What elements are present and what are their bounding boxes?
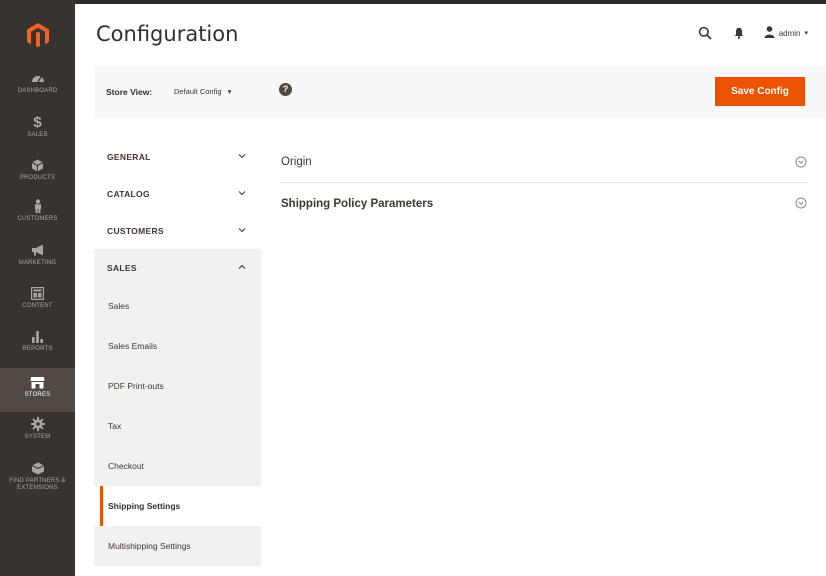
- nav-item-marketing[interactable]: MARKETING: [0, 240, 75, 280]
- admin-user-menu[interactable]: admin ▾: [764, 26, 808, 40]
- subnav-item-multishipping-settings[interactable]: Multishipping Settings: [94, 526, 261, 566]
- nav-item-sales[interactable]: $ SALES: [0, 112, 75, 152]
- bar-chart-icon: [30, 328, 46, 344]
- chevron-down-icon: [237, 225, 247, 235]
- config-sections: Origin Shipping Policy Parameters: [281, 142, 807, 224]
- cube-icon: [30, 157, 46, 173]
- expand-circle-icon[interactable]: [795, 197, 807, 209]
- nav-label-partners: FIND PARTNERS & EXTENSIONS: [9, 478, 66, 491]
- subnav-item-tax[interactable]: Tax: [94, 406, 261, 446]
- tab-general[interactable]: GENERAL: [94, 138, 261, 175]
- tab-sales[interactable]: SALES: [94, 249, 261, 286]
- nav-item-content[interactable]: CONTENT: [0, 283, 75, 323]
- caret-down-icon: ▾: [227, 87, 232, 96]
- bell-icon[interactable]: [730, 24, 748, 42]
- store-icon: [30, 374, 46, 390]
- admin-app: DASHBOARD $ SALES PRODUCTS CUSTOMERS MAR…: [0, 0, 826, 576]
- subnav-item-pdf-printouts[interactable]: PDF Print-outs: [94, 366, 261, 406]
- expand-circle-icon[interactable]: [795, 156, 807, 168]
- megaphone-icon: [30, 242, 46, 258]
- nav-label-dashboard: DASHBOARD: [17, 88, 58, 94]
- store-view-switcher[interactable]: Default Config ▾: [174, 87, 231, 96]
- page-title: Configuration: [96, 22, 239, 46]
- dashboard-icon: [30, 70, 46, 86]
- section-shipping-policy[interactable]: Shipping Policy Parameters: [281, 183, 807, 224]
- nav-label-sales: SALES: [27, 132, 48, 138]
- nav-item-stores[interactable]: STORES: [0, 368, 75, 412]
- top-strip: [75, 0, 826, 4]
- section-title-origin: Origin: [281, 156, 312, 168]
- tab-label-catalog: CATALOG: [107, 188, 150, 199]
- partners-icon: [30, 460, 46, 476]
- admin-username: admin: [778, 28, 801, 38]
- gear-icon: [30, 416, 46, 432]
- nav-label-reports: REPORTS: [22, 346, 53, 352]
- tab-label-customers: CUSTOMERS: [107, 225, 164, 236]
- dollar-icon: $: [33, 113, 42, 131]
- nav-item-customers[interactable]: CUSTOMERS: [0, 196, 75, 236]
- user-icon: [764, 26, 775, 40]
- store-view-bar: Store View: Default Config ▾ ? Save Conf…: [94, 66, 826, 118]
- nav-item-reports[interactable]: REPORTS: [0, 326, 75, 366]
- sales-subnav: Sales Sales Emails PDF Print-outs Tax Ch…: [94, 286, 261, 566]
- config-tabs: GENERAL CATALOG CUSTOMERS SALES Sales Sa…: [94, 138, 261, 566]
- save-config-button[interactable]: Save Config: [715, 77, 805, 106]
- chevron-down-icon: [237, 151, 247, 161]
- store-view-value: Default Config: [174, 87, 222, 96]
- person-icon: [30, 198, 46, 214]
- nav-label-stores: STORES: [24, 392, 51, 398]
- nav-label-customers: CUSTOMERS: [17, 216, 58, 222]
- admin-sidebar: DASHBOARD $ SALES PRODUCTS CUSTOMERS MAR…: [0, 0, 75, 576]
- section-origin[interactable]: Origin: [281, 142, 807, 183]
- tab-catalog[interactable]: CATALOG: [94, 175, 261, 212]
- nav-label-system: SYSTEM: [24, 434, 51, 440]
- store-view-label: Store View:: [106, 87, 153, 97]
- subnav-item-checkout[interactable]: Checkout: [94, 446, 261, 486]
- tab-label-general: GENERAL: [107, 151, 151, 162]
- magento-logo-icon[interactable]: [25, 22, 51, 48]
- nav-item-system[interactable]: SYSTEM: [0, 414, 75, 454]
- nav-label-content: CONTENT: [22, 303, 53, 309]
- subnav-item-shipping-settings[interactable]: Shipping Settings: [94, 486, 261, 526]
- search-icon[interactable]: [696, 24, 714, 42]
- tab-label-sales: SALES: [107, 262, 137, 273]
- nav-label-marketing: MARKETING: [18, 260, 57, 266]
- nav-item-dashboard[interactable]: DASHBOARD: [0, 68, 75, 108]
- tab-customers[interactable]: CUSTOMERS: [94, 212, 261, 249]
- layout-icon: [30, 285, 46, 301]
- nav-item-partners[interactable]: FIND PARTNERS & EXTENSIONS: [0, 458, 75, 504]
- chevron-up-icon: [237, 262, 247, 272]
- nav-label-products: PRODUCTS: [19, 175, 56, 181]
- header-actions: admin ▾: [696, 24, 808, 42]
- nav-item-products[interactable]: PRODUCTS: [0, 155, 75, 195]
- subnav-item-sales-emails[interactable]: Sales Emails: [94, 326, 261, 366]
- subnav-item-sales[interactable]: Sales: [94, 286, 261, 326]
- section-title-shipping-policy: Shipping Policy Parameters: [281, 197, 434, 210]
- caret-down-icon: ▾: [804, 30, 808, 37]
- chevron-down-icon: [237, 188, 247, 198]
- help-icon[interactable]: ?: [279, 83, 292, 96]
